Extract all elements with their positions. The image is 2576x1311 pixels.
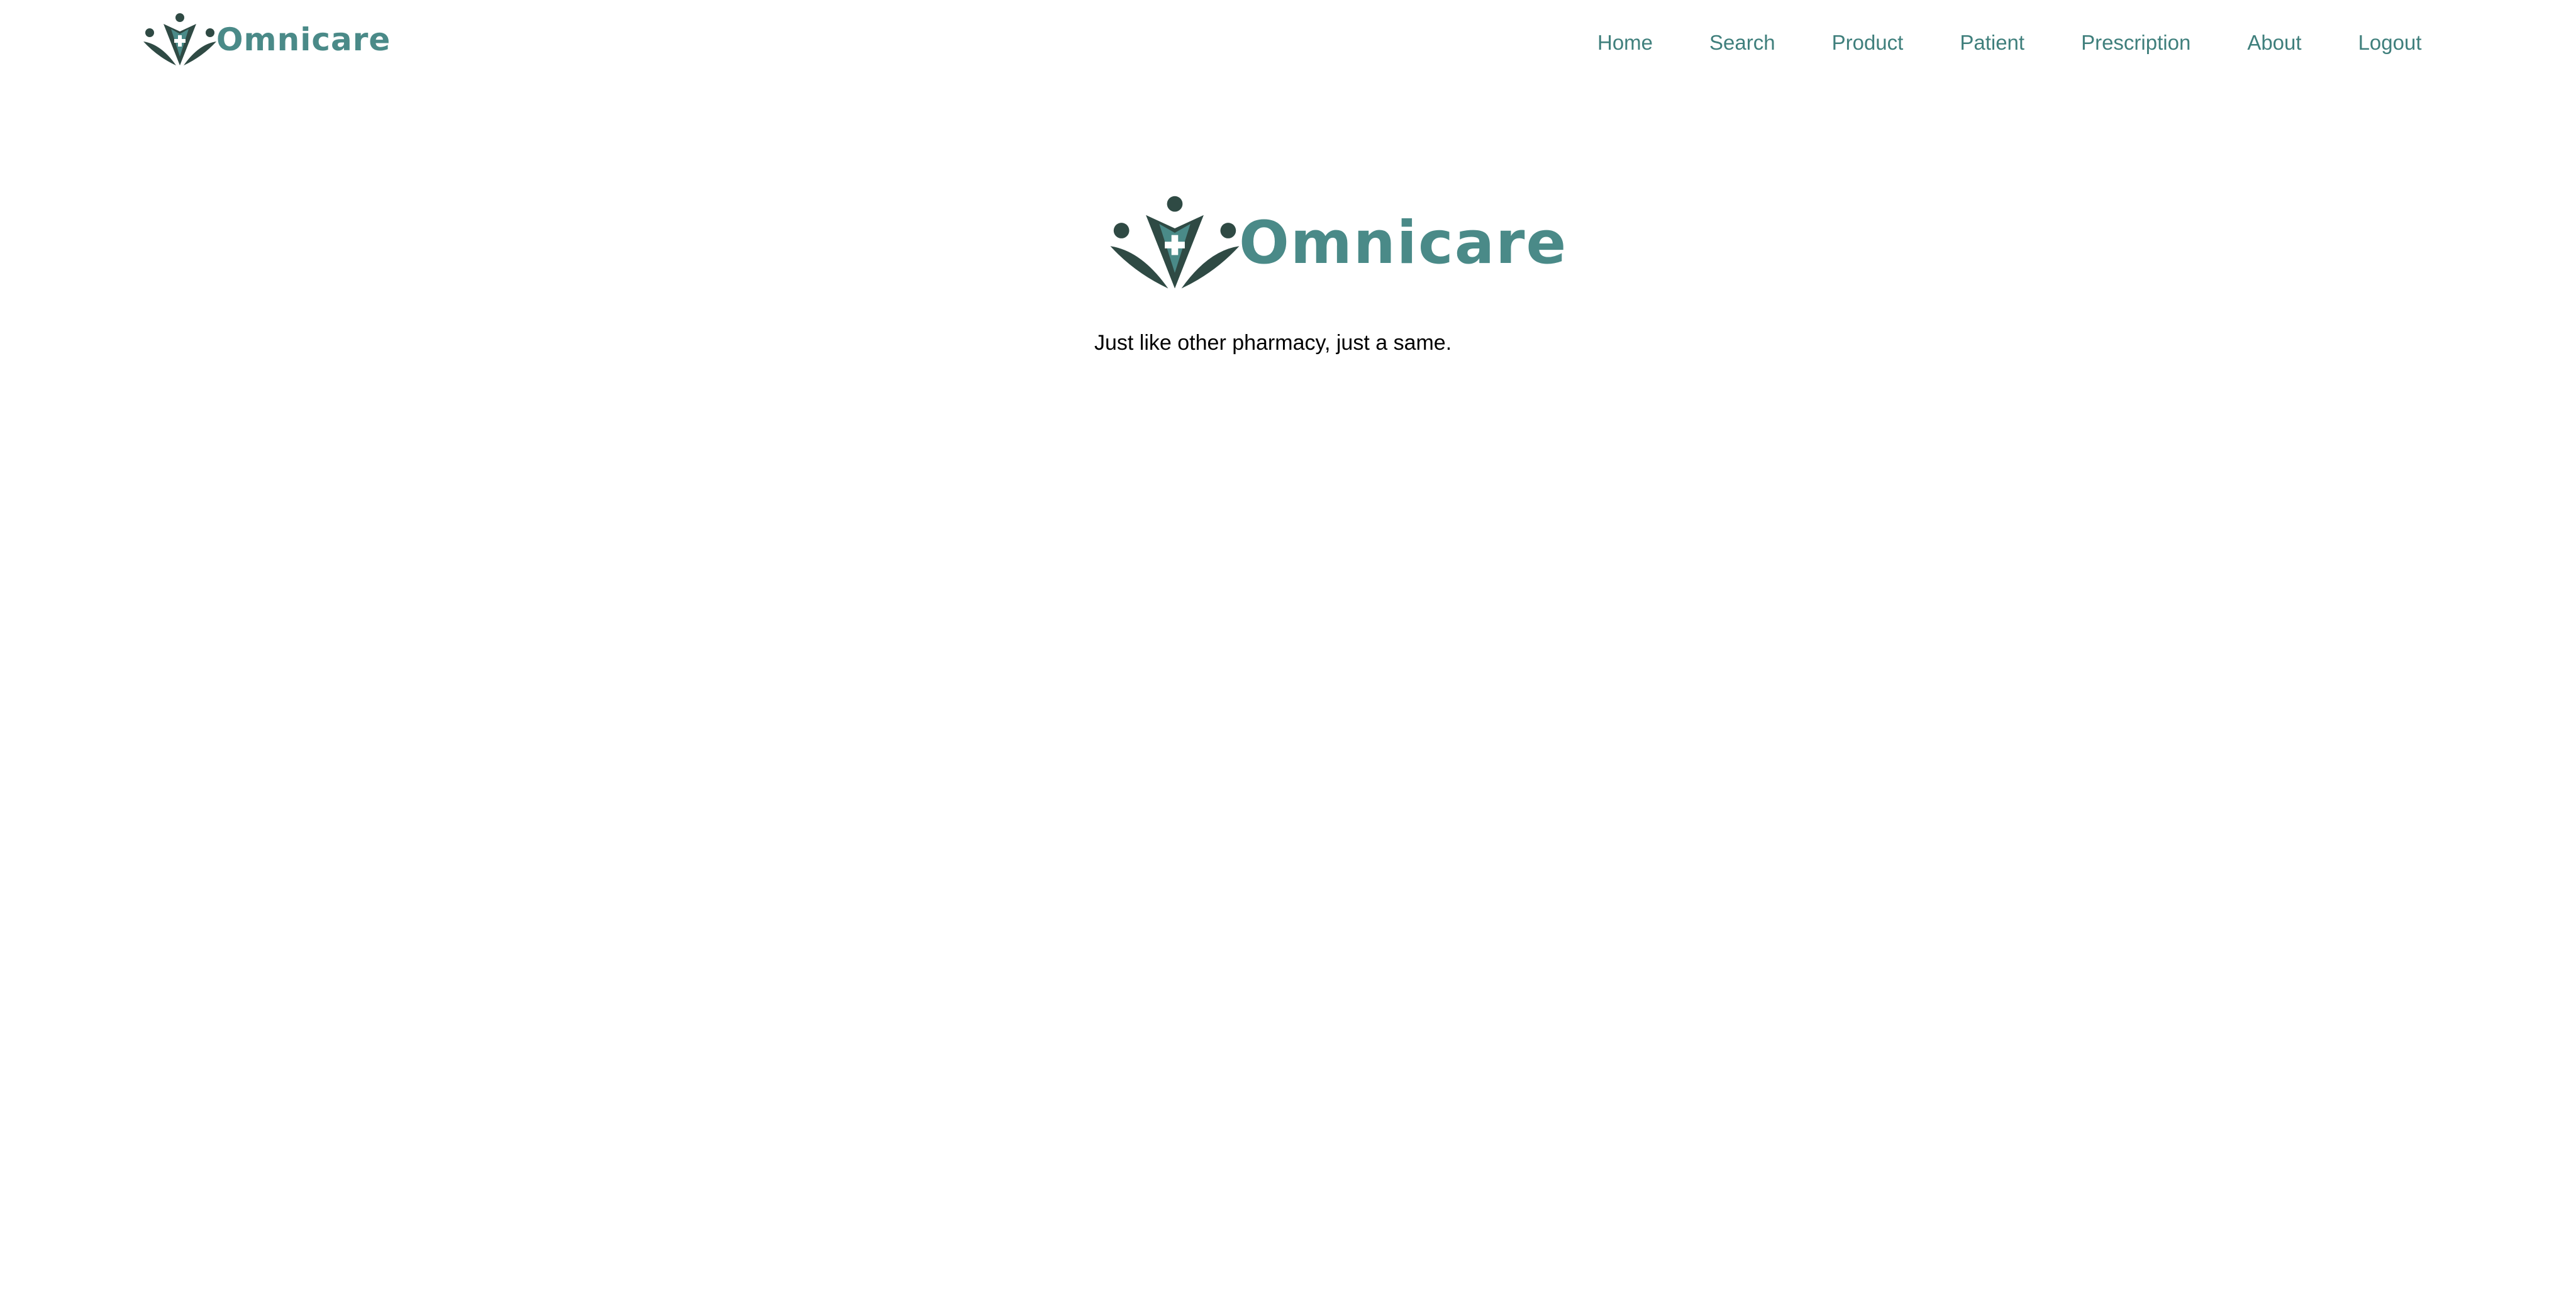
hero-logo: Omnicare <box>1107 195 1567 291</box>
brand-name: Omnicare <box>216 21 391 58</box>
hero-brand-name: Omnicare <box>1239 208 1568 277</box>
nav-product[interactable]: Product <box>1832 31 1904 55</box>
nav-logout[interactable]: Logout <box>2358 31 2422 55</box>
top-navigation-bar: Omnicare Home Search Product Patient Pre… <box>0 0 2576 86</box>
nav-home[interactable]: Home <box>1597 31 1653 55</box>
hero-section: Omnicare Just like other pharmacy, just … <box>1094 195 1567 377</box>
nav-about[interactable]: About <box>2247 31 2301 55</box>
tagline: Just like other pharmacy, just a same. <box>1094 331 1452 355</box>
main-nav: Home Search Product Patient Prescription… <box>1597 0 2422 86</box>
nav-prescription[interactable]: Prescription <box>2081 31 2190 55</box>
omnicare-logo-icon <box>1110 196 1240 289</box>
brand-home-link[interactable]: Omnicare <box>142 13 391 67</box>
nav-patient[interactable]: Patient <box>1960 31 2024 55</box>
nav-search[interactable]: Search <box>1709 31 1775 55</box>
omnicare-logo-icon <box>143 13 216 65</box>
